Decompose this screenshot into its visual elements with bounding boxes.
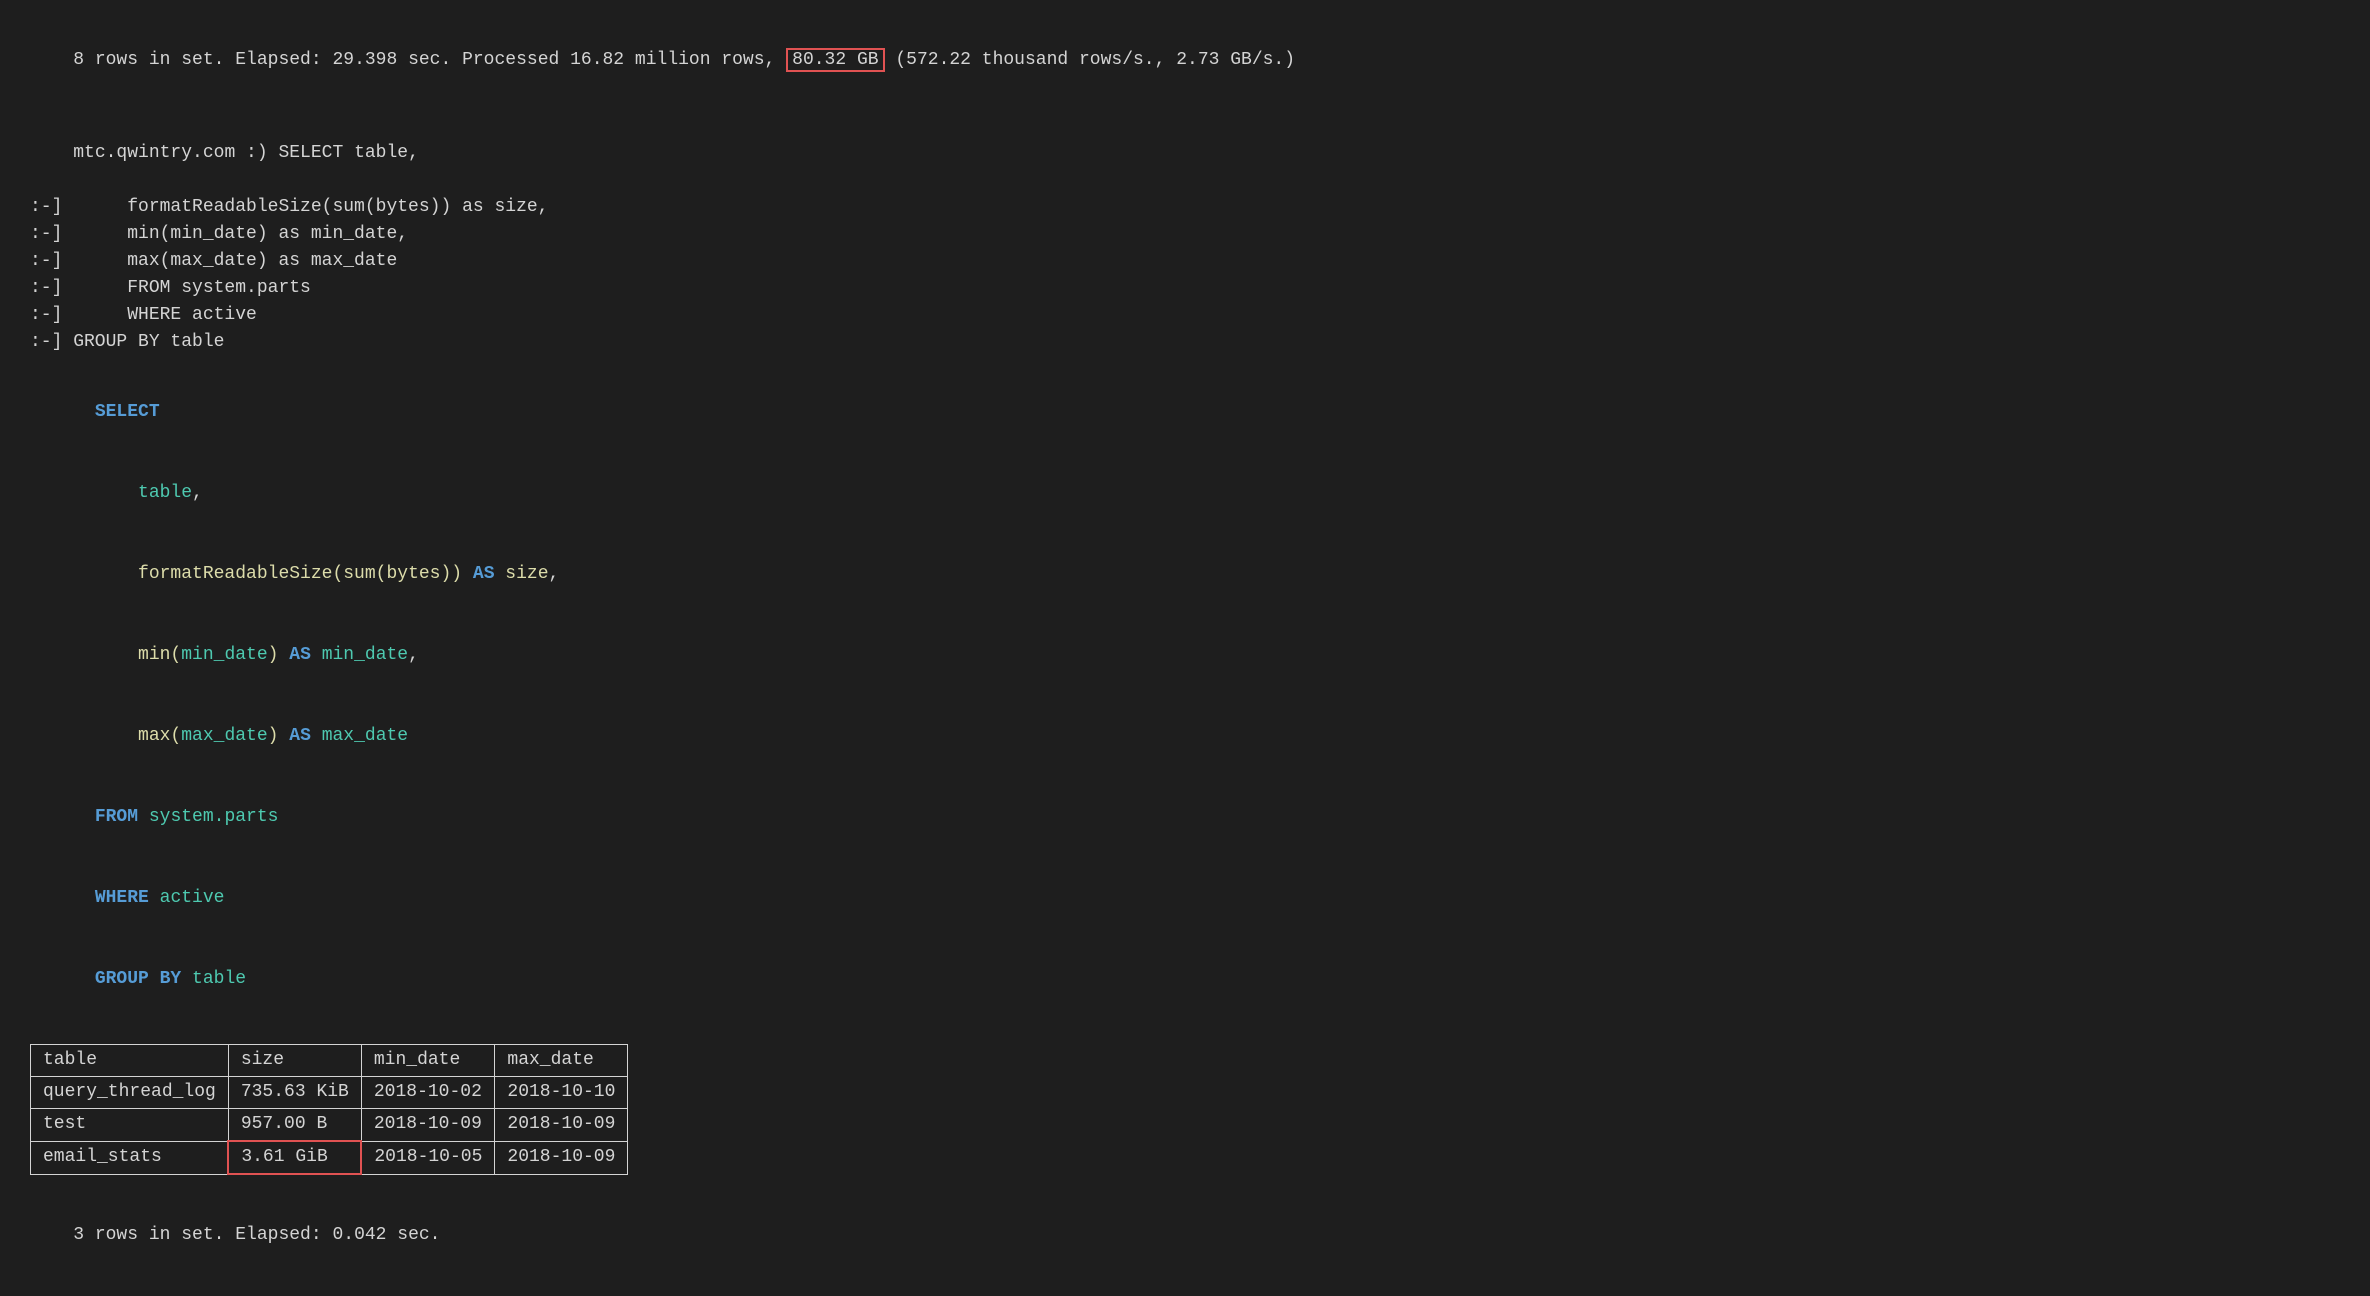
prompt-line-6: :-] GROUP BY table xyxy=(30,329,2340,356)
keyword-where: WHERE xyxy=(95,888,149,908)
footer-text: 3 rows in set. Elapsed: 0.042 sec. xyxy=(73,1225,440,1245)
sql-field-max-date: max(max_date) AS max_date xyxy=(30,696,2340,777)
terminal-output: 8 rows in set. Elapsed: 29.398 sec. Proc… xyxy=(30,20,2340,1276)
prompt-line-4: :-] FROM system.parts xyxy=(30,275,2340,302)
sql-from-line: FROM system.parts xyxy=(30,777,2340,858)
field-size-text: formatReadableSize(sum(bytes)) xyxy=(95,564,462,584)
stats-line: 8 rows in set. Elapsed: 29.398 sec. Proc… xyxy=(30,20,2340,101)
table-cell: query_thread_log xyxy=(31,1077,229,1109)
keyword-group: GROUP BY xyxy=(95,969,181,989)
table-cell: test xyxy=(31,1109,229,1142)
sql-where-line: WHERE active xyxy=(30,858,2340,939)
table-cell: 2018-10-09 xyxy=(361,1109,495,1142)
prompt-line-5-text: :-] WHERE active xyxy=(30,305,257,325)
sql-select-line: SELECT xyxy=(30,372,2340,453)
prompt-line-1: :-] formatReadableSize(sum(bytes)) as si… xyxy=(30,194,2340,221)
col-table: table xyxy=(31,1045,229,1077)
table-cell: 2018-10-02 xyxy=(361,1077,495,1109)
col-min-date: min_date xyxy=(361,1045,495,1077)
table-cell: 957.00 B xyxy=(228,1109,361,1142)
prompt-line-2-text: :-] min(min_date) as min_date, xyxy=(30,224,408,244)
stats-highlighted: 80.32 GB xyxy=(786,48,884,72)
prompt-line: mtc.qwintry.com :) SELECT table, xyxy=(30,113,2340,194)
table-row: query_thread_log735.63 KiB2018-10-022018… xyxy=(31,1077,628,1109)
prompt-line-5: :-] WHERE active xyxy=(30,302,2340,329)
table-cell: email_stats xyxy=(31,1141,229,1174)
prompt-line-2: :-] min(min_date) as min_date, xyxy=(30,221,2340,248)
keyword-from: FROM xyxy=(95,807,138,827)
table-cell: 3.61 GiB xyxy=(228,1141,361,1174)
table-cell: 2018-10-10 xyxy=(495,1077,628,1109)
field-table-text: table xyxy=(95,483,192,503)
col-size: size xyxy=(228,1045,361,1077)
table-row: test957.00 B2018-10-092018-10-09 xyxy=(31,1109,628,1142)
sql-field-min-date: min(min_date) AS min_date, xyxy=(30,615,2340,696)
table-cell: 2018-10-09 xyxy=(495,1109,628,1142)
sql-block: SELECT table, formatReadableSize(sum(byt… xyxy=(30,372,2340,1020)
sql-from-table: system.parts xyxy=(149,807,279,827)
table-header-row: table size min_date max_date xyxy=(31,1045,628,1077)
table-cell: 2018-10-05 xyxy=(361,1141,495,1174)
prompt-line-6-text: :-] GROUP BY table xyxy=(30,332,224,352)
sql-where-value: active xyxy=(160,888,225,908)
prompt-line-3: :-] max(max_date) as max_date xyxy=(30,248,2340,275)
sql-groupby-field: table xyxy=(192,969,246,989)
footer-line: 3 rows in set. Elapsed: 0.042 sec. xyxy=(30,1195,2340,1276)
prompt-text: mtc.qwintry.com :) SELECT table, xyxy=(73,143,419,163)
col-max-date: max_date xyxy=(495,1045,628,1077)
sql-groupby-line: GROUP BY table xyxy=(30,939,2340,1020)
stats-suffix: (572.22 thousand rows/s., 2.73 GB/s.) xyxy=(885,50,1295,70)
result-table: table size min_date max_date query_threa… xyxy=(30,1044,628,1175)
keyword-select: SELECT xyxy=(95,402,160,422)
prompt-line-3-text: :-] max(max_date) as max_date xyxy=(30,251,397,271)
table-cell: 2018-10-09 xyxy=(495,1141,628,1174)
table-cell: 735.63 KiB xyxy=(228,1077,361,1109)
prompt-line-4-text: :-] FROM system.parts xyxy=(30,278,311,298)
stats-prefix: 8 rows in set. Elapsed: 29.398 sec. Proc… xyxy=(73,50,786,70)
sql-field-table: table, xyxy=(30,453,2340,534)
prompt-line-1-text: :-] formatReadableSize(sum(bytes)) as si… xyxy=(30,197,548,217)
sql-field-size: formatReadableSize(sum(bytes)) AS size, xyxy=(30,534,2340,615)
table-row: email_stats3.61 GiB2018-10-052018-10-09 xyxy=(31,1141,628,1174)
